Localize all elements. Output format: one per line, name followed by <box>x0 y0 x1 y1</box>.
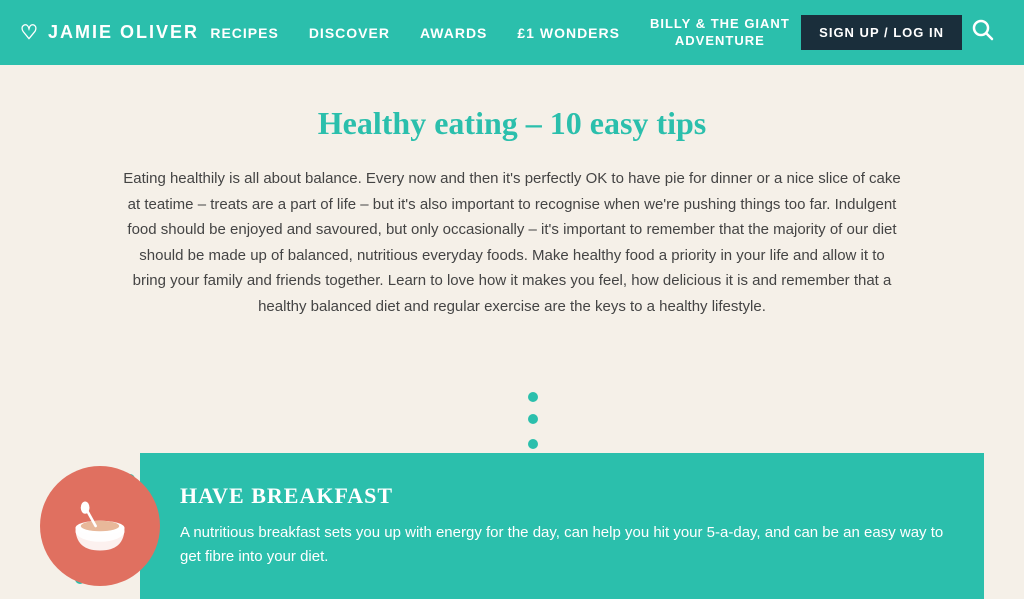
logo[interactable]: ♡ JAMIE OLIVER <box>20 20 199 45</box>
tip-description: A nutritious breakfast sets you up with … <box>180 521 944 569</box>
signup-button[interactable]: SIGN UP / LOG IN <box>801 15 962 50</box>
breakfast-card: HAVE BREAKFAST A nutritious breakfast se… <box>140 453 984 599</box>
bowl-icon <box>65 491 135 561</box>
page-title: Healthy eating – 10 easy tips <box>120 105 904 142</box>
search-icon <box>972 19 994 41</box>
nav-awards[interactable]: AWARDS <box>420 25 487 41</box>
main-nav: RECIPES DISCOVER AWARDS £1 WONDERS BILLY… <box>199 16 801 50</box>
main-content: Healthy eating – 10 easy tips Eating hea… <box>0 65 1024 319</box>
nav-1pound[interactable]: £1 WONDERS <box>517 25 620 41</box>
logo-text: JAMIE OLIVER <box>48 22 199 43</box>
breakfast-icon <box>40 466 160 586</box>
billy-adventure-button[interactable]: BILLY & THE GIANT ADVENTURE <box>650 16 790 50</box>
nav-recipes[interactable]: RECIPES <box>210 25 278 41</box>
intro-paragraph: Eating healthily is all about balance. E… <box>122 166 902 319</box>
tip-title: HAVE BREAKFAST <box>180 483 944 509</box>
tips-section: HAVE BREAKFAST A nutritious breakfast se… <box>0 349 1024 599</box>
breakfast-section: HAVE BREAKFAST A nutritious breakfast se… <box>0 453 1024 599</box>
nav-discover[interactable]: DISCOVER <box>309 25 390 41</box>
heart-icon: ♡ <box>20 20 40 45</box>
search-button[interactable] <box>962 19 1004 47</box>
